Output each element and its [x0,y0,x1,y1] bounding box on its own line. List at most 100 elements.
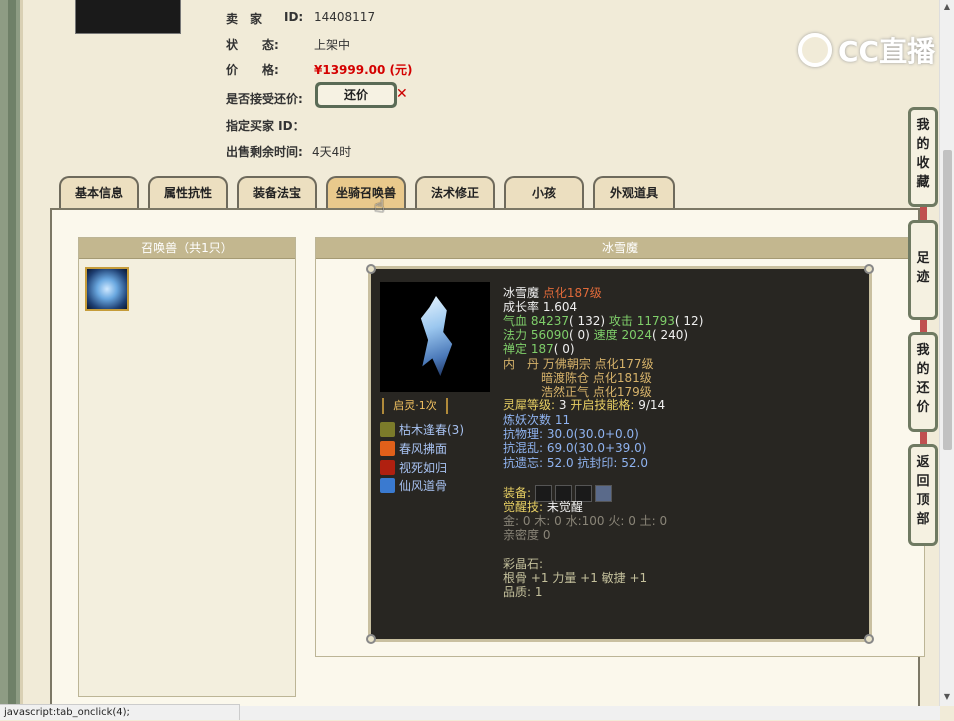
neidan-label: 内 丹 [503,357,540,371]
spd-value: 速度 2024 [593,328,652,342]
soul-value: 3 [558,398,567,412]
awaken-label: 觉醒技: [503,500,544,514]
my-favorites-label: 我的收藏 [916,118,930,190]
mp-extra: ( 0) [569,328,590,342]
horizontal-scrollbar[interactable] [240,706,940,720]
pet-name-line: 冰雪魔 点化187级 [503,286,602,300]
skill-item[interactable]: 枯木逢春(3) [380,421,464,437]
close-icon: ✕ [396,86,408,102]
neidan-3: 浩然正气 点化179级 [541,385,652,399]
wind-icon [380,477,395,493]
neidan-line-1: 内 丹 万佛朝宗 点化177级 [503,357,654,371]
resist-chaos: 抗混乱: 69.0(30.0+39.0) [503,441,647,455]
spirit-badge: 启灵·1次 [382,398,448,414]
pet-level: 点化187级 [542,286,602,300]
skill-item[interactable]: 仙风道骨 [380,477,447,493]
flame-icon [380,440,395,456]
left-frame-edge [20,0,23,720]
soul-line: 灵犀等级: 3 开启技能格: 9/14 [503,398,665,412]
tab-mounts-pets[interactable]: 坐骑召唤兽 [326,176,406,208]
counter-offer-button[interactable]: 还价 [315,82,397,108]
hp-value: 气血 84237 [503,314,569,328]
counter-offer-label: 是否接受还价: [226,92,303,106]
tab-spell-mods[interactable]: 法术修正 [415,176,495,208]
scrollbar-thumb[interactable] [943,150,952,450]
pet-name: 冰雪魔 [503,286,540,300]
price-value: ¥13999.00 (元) [314,63,413,77]
tab-equipment[interactable]: 装备法宝 [237,176,317,208]
pet-icon-ice-demon[interactable] [85,267,129,311]
status-value: 上架中 [314,38,351,52]
resist-forget-seal: 抗遗忘: 52.0 抗封印: 52.0 [503,456,648,470]
designated-buyer-label: 指定买家 ID： [226,119,305,133]
gem-attributes: 根骨 +1 力量 +1 敏捷 +1 [503,571,648,585]
zen-extra: ( 0) [553,342,575,356]
equipment-slot[interactable] [594,485,612,502]
spd-extra: ( 240) [652,328,689,342]
neidan-1: 万佛朝宗 点化177级 [542,357,654,371]
gem-title: 彩晶石: [503,557,544,571]
seller-id: 14408117 [314,10,376,24]
footprint-label: 足迹 [916,251,930,285]
character-thumbnail [75,0,181,34]
my-favorites-button[interactable]: 我的收藏 [908,107,938,207]
seller-label: 卖 家 [226,12,263,26]
skill-item[interactable]: 视死如归 [380,459,447,475]
skill-grid-label: 开启技能格: [570,398,635,412]
resist-physical: 抗物理: 30.0(30.0+0.0) [503,427,639,441]
skill-item[interactable]: 春风拂面 [380,440,447,456]
left-frame-inner [8,0,16,720]
tab-appearance[interactable]: 外观道具 [593,176,675,208]
my-offers-button[interactable]: 我的还价 [908,332,938,432]
pet-detail-header: 冰雪魔 [316,238,924,259]
growth-rate: 成长率 1.604 [503,300,578,314]
refine-count: 炼妖次数 11 [503,413,571,427]
intimacy: 亲密度 0 [503,528,551,542]
hand-cursor-icon: ☝ [374,196,385,217]
soul-label: 灵犀等级: [503,398,556,412]
neidan-2: 暗渡陈仓 点化181级 [541,371,652,385]
scroll-up-icon[interactable]: ▲ [942,2,952,11]
blade-icon [380,459,395,475]
equipment-label: 装备: [503,486,532,500]
zen-line: 禅定 187( 0) [503,342,575,356]
tab-attributes[interactable]: 属性抗性 [148,176,228,208]
skill-name: 仙风道骨 [399,478,448,493]
awaken-value: 未觉醒 [546,500,583,514]
cc-logo-text: CC直播 [838,35,936,68]
status-bar: javascript:tab_onclick(4); [0,704,240,720]
zen-value: 禅定 187 [503,342,554,356]
my-offers-label: 我的还价 [916,343,930,415]
cc-live-logo: CC直播 [798,30,935,70]
skill-grid-value: 9/14 [638,398,666,412]
awaken-line: 觉醒技: 未觉醒 [503,500,583,514]
atk-value: 攻击 11793 [608,314,675,328]
id-label: ID: [284,10,304,24]
remaining-time-label: 出售剩余时间: [226,145,303,159]
price-label: 价 格: [226,63,279,77]
card-corner-ornament [864,634,874,644]
quality: 品质: 1 [503,585,543,599]
scroll-down-icon[interactable]: ▼ [942,692,952,701]
mp-spd-line: 法力 56090( 0) 速度 2024( 240) [503,328,688,342]
card-corner-ornament [864,264,874,274]
status-label: 状 态: [226,38,279,52]
counter-offer-button-label: 还价 [318,85,394,105]
skill-name: 枯木逢春(3) [399,422,464,437]
back-to-top-button[interactable]: 返回顶部 [908,444,938,546]
skill-name: 视死如归 [399,460,448,475]
tab-basic-info[interactable]: 基本信息 [59,176,139,208]
tab-children[interactable]: 小孩 [504,176,584,208]
back-to-top-label: 返回顶部 [916,455,930,527]
cc-logo-icon [798,33,832,67]
skill-name: 春风拂面 [399,441,448,456]
card-corner-ornament [366,634,376,644]
pet-list-header: 召唤兽（共1只） [79,238,295,259]
tree-icon [380,421,395,437]
hp-extra: ( 132) [569,314,606,328]
card-corner-ornament [366,264,376,274]
footprint-button[interactable]: 足迹 [908,220,938,320]
mp-value: 法力 56090 [503,328,569,342]
remaining-time-value: 4天4时 [312,145,352,159]
element-values: 金: 0 木: 0 水:100 火: 0 土: 0 [503,514,668,528]
